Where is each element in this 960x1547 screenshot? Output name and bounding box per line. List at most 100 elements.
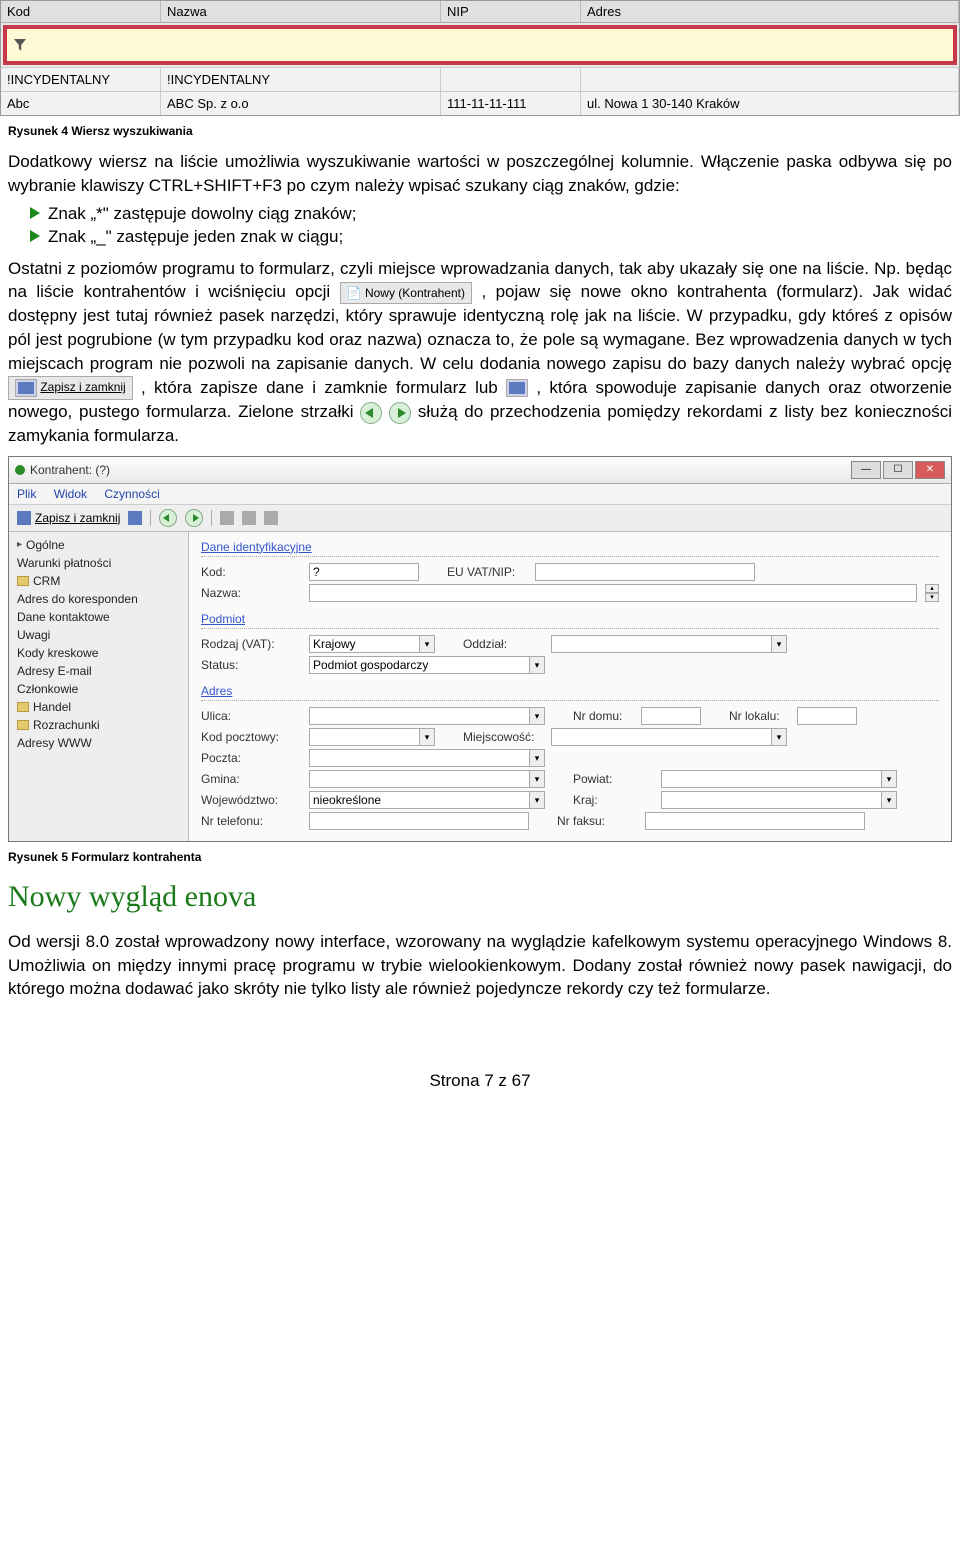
sidebar-item-crm[interactable]: CRM [9, 572, 188, 590]
form-body: ▸ Ogólne Warunki płatności CRM Adres do k… [9, 532, 951, 841]
label-kraj: Kraj: [573, 793, 653, 807]
input-nazwa[interactable] [309, 584, 917, 602]
col-adres[interactable]: Adres [581, 1, 959, 22]
col-kod[interactable]: Kod [1, 1, 161, 22]
col-nazwa[interactable]: Nazwa [161, 1, 441, 22]
input-ulica[interactable] [309, 707, 529, 725]
combo-wojewodztwo[interactable]: ▾ [309, 791, 545, 809]
tool-icon[interactable] [220, 511, 234, 525]
col-nip[interactable]: NIP [441, 1, 581, 22]
disk-icon[interactable] [506, 379, 528, 397]
input-powiat[interactable] [661, 770, 881, 788]
table-screenshot: Kod Nazwa NIP Adres !INCYDENTALNY !INCYD… [0, 0, 960, 116]
input-poczta[interactable] [309, 749, 529, 767]
close-button[interactable]: ✕ [915, 461, 945, 479]
sidebar-label: Kody kreskowe [17, 646, 98, 660]
input-kod[interactable] [309, 563, 419, 581]
chevron-down-icon[interactable]: ▾ [881, 791, 897, 809]
input-euvat[interactable] [535, 563, 755, 581]
chevron-down-icon[interactable]: ▾ [529, 707, 545, 725]
arrow-left-icon[interactable] [159, 509, 177, 527]
combo-status[interactable]: ▾ [309, 656, 545, 674]
table-row[interactable]: !INCYDENTALNY !INCYDENTALNY [1, 67, 959, 91]
form-sidebar: ▸ Ogólne Warunki płatności CRM Adres do k… [9, 532, 189, 841]
sidebar-item-uwagi[interactable]: Uwagi [9, 626, 188, 644]
figure4-caption: Rysunek 4 Wiersz wyszukiwania [0, 124, 960, 138]
tool-icon[interactable] [264, 511, 278, 525]
zapisz-zamknij-button[interactable]: Zapisz i zamknij [17, 511, 120, 525]
input-nrfaksu[interactable] [645, 812, 865, 830]
sidebar-item-handel[interactable]: Handel [9, 698, 188, 716]
combo-ulica[interactable]: ▾ [309, 707, 545, 725]
sidebar-label: Warunki płatności [17, 556, 111, 570]
menu-widok[interactable]: Widok [54, 487, 87, 501]
arrow-right-icon[interactable] [185, 509, 203, 527]
sidebar-item-ogolne[interactable]: ▸ Ogólne [9, 536, 188, 554]
menu-czynnosci[interactable]: Czynności [104, 487, 159, 501]
arrow-left-icon[interactable] [360, 402, 382, 424]
chevron-down-icon[interactable]: ▾ [771, 728, 787, 746]
menu-plik[interactable]: Plik [17, 487, 36, 501]
spinner[interactable]: ▴▾ [925, 584, 939, 602]
bullet-list: Znak „*" zastępuje dowolny ciąg znaków; … [0, 204, 960, 247]
combo-kraj[interactable]: ▾ [661, 791, 897, 809]
combo-kodpocztowy[interactable]: ▾ [309, 728, 435, 746]
input-nrlokalu[interactable] [797, 707, 857, 725]
window-buttons: — ☐ ✕ [851, 461, 945, 479]
nowy-kontrahent-button[interactable]: 📄 Nowy (Kontrahent) [340, 282, 472, 305]
sidebar-label: Uwagi [17, 628, 50, 642]
paragraph1: Dodatkowy wiersz na liście umożliwia wys… [0, 150, 960, 198]
chevron-down-icon[interactable]: ▾ [529, 791, 545, 809]
sidebar-item-www[interactable]: Adresy WWW [9, 734, 188, 752]
input-nrtelefonu[interactable] [309, 812, 529, 830]
input-nrdomu[interactable] [641, 707, 701, 725]
combo-gmina[interactable]: ▾ [309, 770, 545, 788]
chevron-down-icon[interactable]: ▾ [419, 728, 435, 746]
sidebar-item-kody[interactable]: Kody kreskowe [9, 644, 188, 662]
sidebar-item-email[interactable]: Adresy E-mail [9, 662, 188, 680]
zapisz-zamknij-button[interactable]: Zapisz i zamknij [8, 376, 133, 400]
section-title: Nowy wygląd enova [8, 880, 952, 914]
input-oddzial[interactable] [551, 635, 771, 653]
tool-icon[interactable] [242, 511, 256, 525]
input-miejscowosc[interactable] [551, 728, 771, 746]
input-gmina[interactable] [309, 770, 529, 788]
combo-rodzaj[interactable]: ▾ [309, 635, 435, 653]
chevron-icon: ▸ [17, 539, 22, 550]
combo-miejscowosc[interactable]: ▾ [551, 728, 787, 746]
minimize-button[interactable]: — [851, 461, 881, 479]
input-wojewodztwo[interactable] [309, 791, 529, 809]
zapisz-label: Zapisz i zamknij [40, 380, 125, 394]
input-status[interactable] [309, 656, 529, 674]
combo-oddzial[interactable]: ▾ [551, 635, 787, 653]
p1-text: Dodatkowy wiersz na liście umożliwia wys… [8, 150, 952, 198]
search-row[interactable] [3, 25, 957, 65]
label-miejscowosc: Miejscowość: [463, 730, 543, 744]
chevron-down-icon[interactable]: ▾ [529, 749, 545, 767]
table-row[interactable]: Abc ABC Sp. z o.o 111-11-11-111 ul. Nowa… [1, 91, 959, 115]
bullet-item: Znak „*" zastępuje dowolny ciąg znaków; [30, 204, 960, 224]
disk-icon [15, 379, 37, 397]
chevron-down-icon[interactable]: ▾ [419, 635, 435, 653]
input-kodpocztowy[interactable] [309, 728, 419, 746]
disk-icon[interactable] [128, 511, 142, 525]
sidebar-label: Ogólne [26, 538, 65, 552]
combo-poczta[interactable]: ▾ [309, 749, 545, 767]
maximize-button[interactable]: ☐ [883, 461, 913, 479]
chevron-down-icon[interactable]: ▾ [529, 770, 545, 788]
sidebar-item-dane-kontakt[interactable]: Dane kontaktowe [9, 608, 188, 626]
arrow-right-icon[interactable] [389, 402, 411, 424]
sidebar-label: Rozrachunki [33, 718, 100, 732]
label-gmina: Gmina: [201, 772, 301, 786]
chevron-down-icon[interactable]: ▾ [771, 635, 787, 653]
zapisz-label: Zapisz i zamknij [35, 511, 120, 525]
sidebar-item-rozrachunki[interactable]: Rozrachunki [9, 716, 188, 734]
input-rodzaj[interactable] [309, 635, 419, 653]
combo-powiat[interactable]: ▾ [661, 770, 897, 788]
sidebar-item-czlonkowie[interactable]: Członkowie [9, 680, 188, 698]
input-kraj[interactable] [661, 791, 881, 809]
chevron-down-icon[interactable]: ▾ [881, 770, 897, 788]
sidebar-item-adres-koresp[interactable]: Adres do koresponden [9, 590, 188, 608]
chevron-down-icon[interactable]: ▾ [529, 656, 545, 674]
sidebar-item-warunki[interactable]: Warunki płatności [9, 554, 188, 572]
